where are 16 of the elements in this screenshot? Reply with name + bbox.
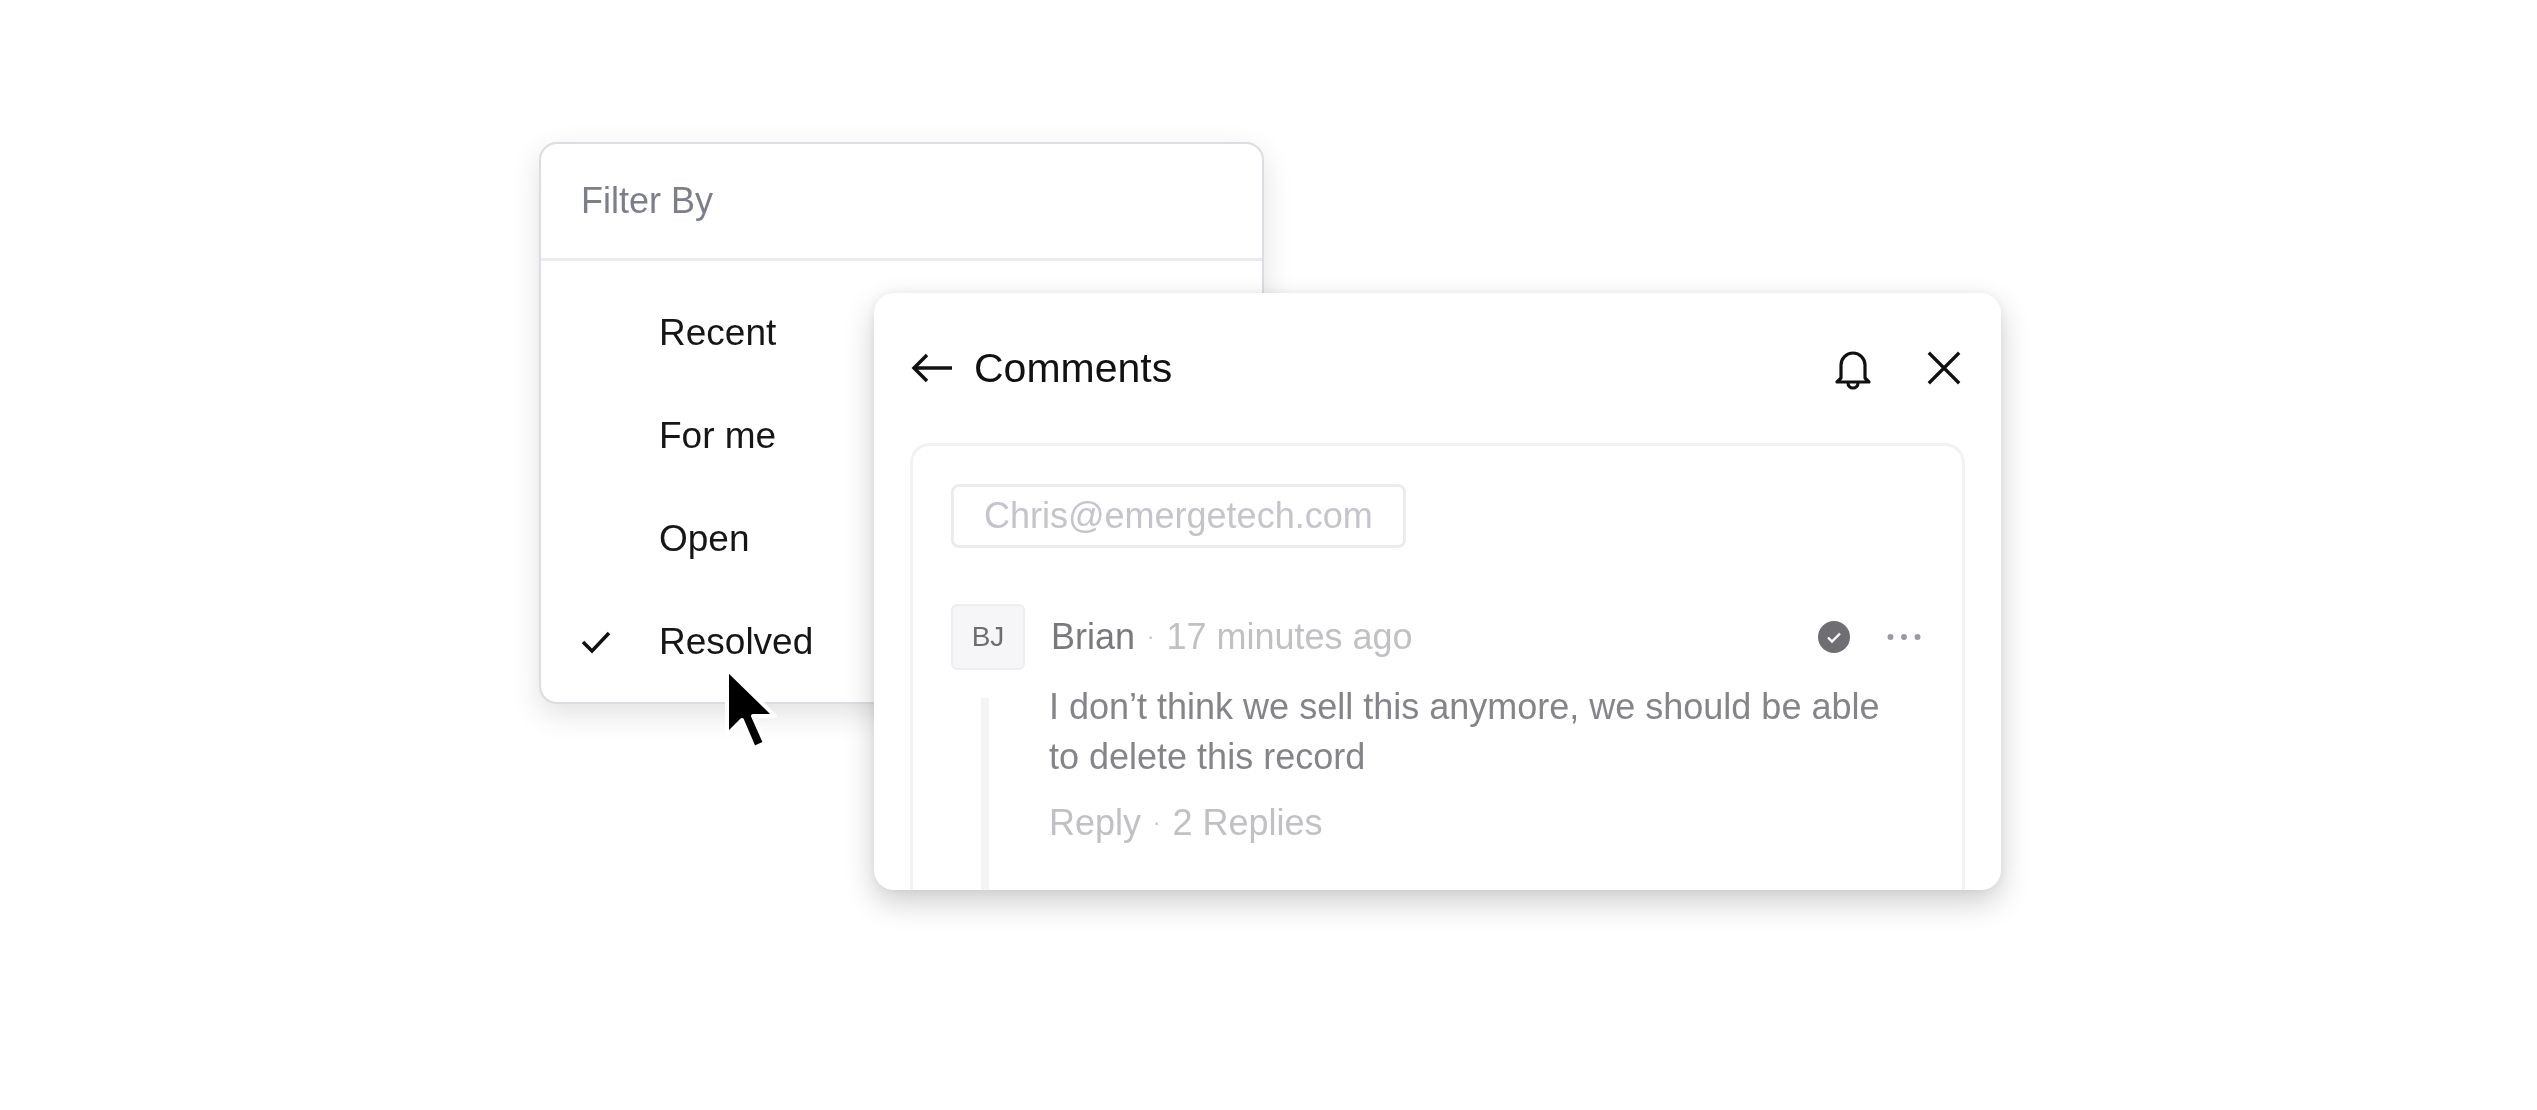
panel-title: Comments xyxy=(974,344,1173,392)
menu-title: Filter By xyxy=(581,180,713,222)
separator: · xyxy=(1153,810,1161,836)
avatar: BJ xyxy=(951,604,1025,670)
menu-item[interactable]: Resolved xyxy=(541,590,826,693)
author-name: Brian xyxy=(1051,616,1136,658)
comment-text: I don’t think we sell this anymore, we should be able to delete this record xyxy=(1049,685,1881,779)
menu-item[interactable]: Open xyxy=(541,487,762,590)
timestamp: 17 minutes ago xyxy=(1166,616,1413,658)
more-icon[interactable] xyxy=(1886,632,1922,642)
separator: · xyxy=(1147,624,1155,650)
back-arrow-icon[interactable] xyxy=(910,352,954,384)
close-icon[interactable] xyxy=(1925,349,1963,387)
resolved-icon[interactable] xyxy=(1818,621,1850,653)
menu-item[interactable]: For me xyxy=(541,384,789,487)
menu-item[interactable]: Recent xyxy=(541,281,789,384)
